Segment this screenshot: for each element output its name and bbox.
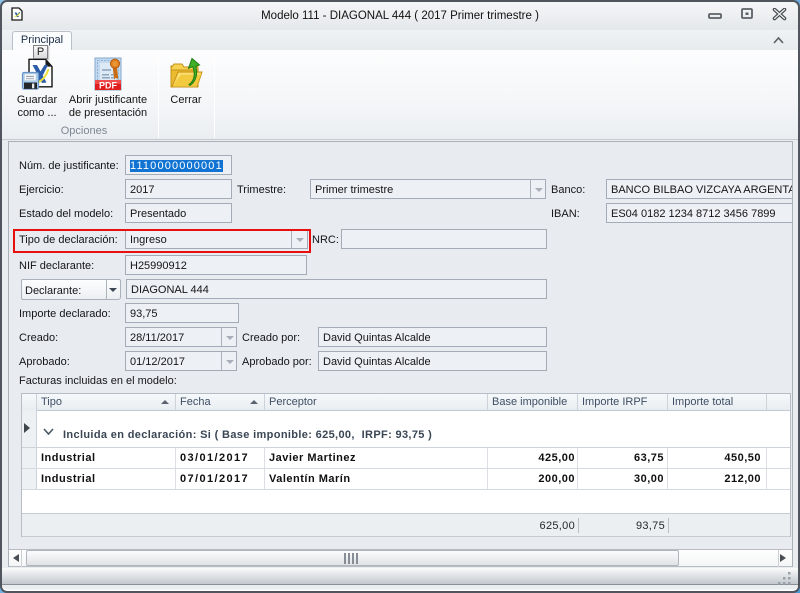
svg-text:PDF: PDF (99, 81, 118, 91)
